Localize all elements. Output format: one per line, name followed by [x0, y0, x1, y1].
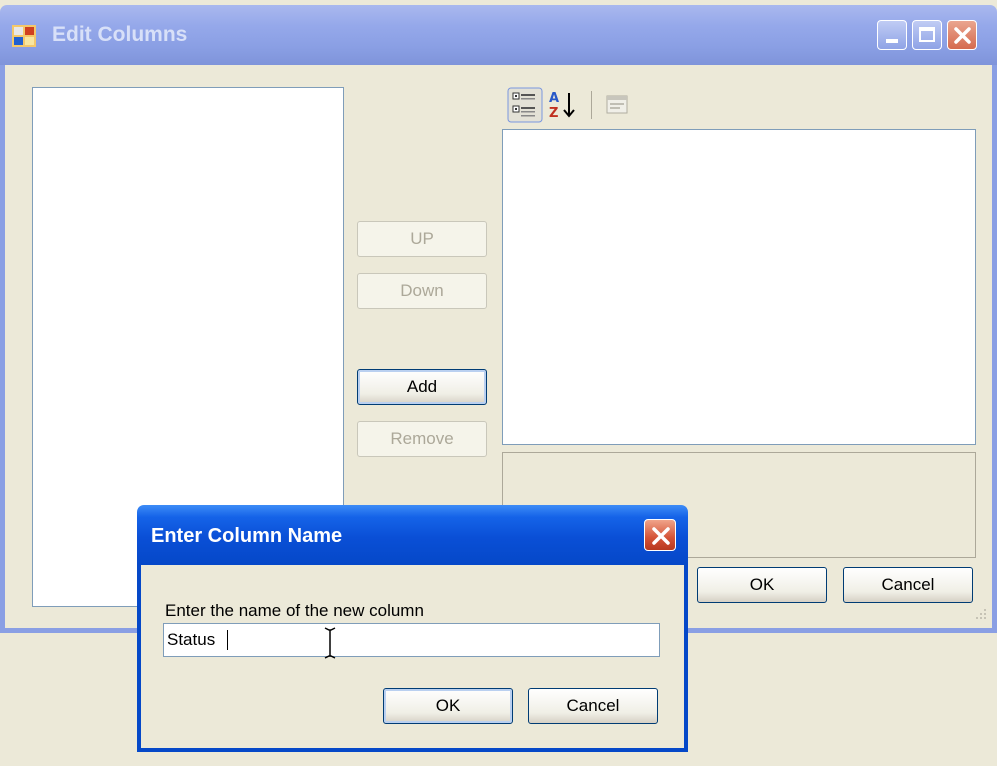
minimize-icon [886, 39, 898, 43]
app-icon [12, 25, 36, 47]
column-name-label: Enter the name of the new column [165, 601, 424, 620]
property-pages-button[interactable] [599, 87, 635, 123]
dialog-title-bar[interactable]: Enter Column Name [137, 505, 688, 565]
down-button[interactable]: Down [357, 273, 487, 309]
window-title: Edit Columns [52, 23, 188, 46]
maximize-button[interactable] [912, 20, 942, 50]
categorized-button[interactable] [507, 87, 543, 123]
property-grid[interactable] [502, 129, 976, 445]
close-icon [652, 527, 670, 545]
minimize-button[interactable] [877, 20, 907, 50]
add-button[interactable]: Add [357, 369, 487, 405]
dialog-cancel-button[interactable]: Cancel [528, 688, 658, 724]
svg-text:A: A [549, 91, 559, 106]
up-button[interactable]: UP [357, 221, 487, 257]
text-caret [227, 630, 228, 650]
svg-text:Z: Z [549, 106, 558, 121]
cancel-button[interactable]: Cancel [843, 567, 973, 603]
close-icon [954, 27, 971, 44]
toolbar-separator [591, 91, 592, 119]
title-bar[interactable]: Edit Columns [0, 5, 997, 65]
alphabetical-sort-icon: A Z [549, 91, 575, 121]
enter-column-name-dialog: Enter Column Name Enter the name of the … [137, 505, 688, 752]
ok-button[interactable]: OK [697, 567, 827, 603]
dialog-title: Enter Column Name [151, 525, 343, 547]
remove-button[interactable]: Remove [357, 421, 487, 457]
text-cursor-icon [324, 627, 336, 659]
close-button[interactable] [947, 20, 977, 50]
dialog-ok-button[interactable]: OK [383, 688, 513, 724]
categorized-icon [507, 87, 543, 123]
alphabetical-button[interactable]: A Z [545, 87, 581, 123]
property-grid-toolbar: A Z [503, 87, 643, 123]
column-name-input[interactable] [163, 623, 660, 657]
dialog-close-button[interactable] [644, 519, 676, 551]
property-pages-icon [606, 95, 628, 114]
resize-grip-icon[interactable] [972, 605, 988, 621]
maximize-icon [919, 27, 935, 42]
